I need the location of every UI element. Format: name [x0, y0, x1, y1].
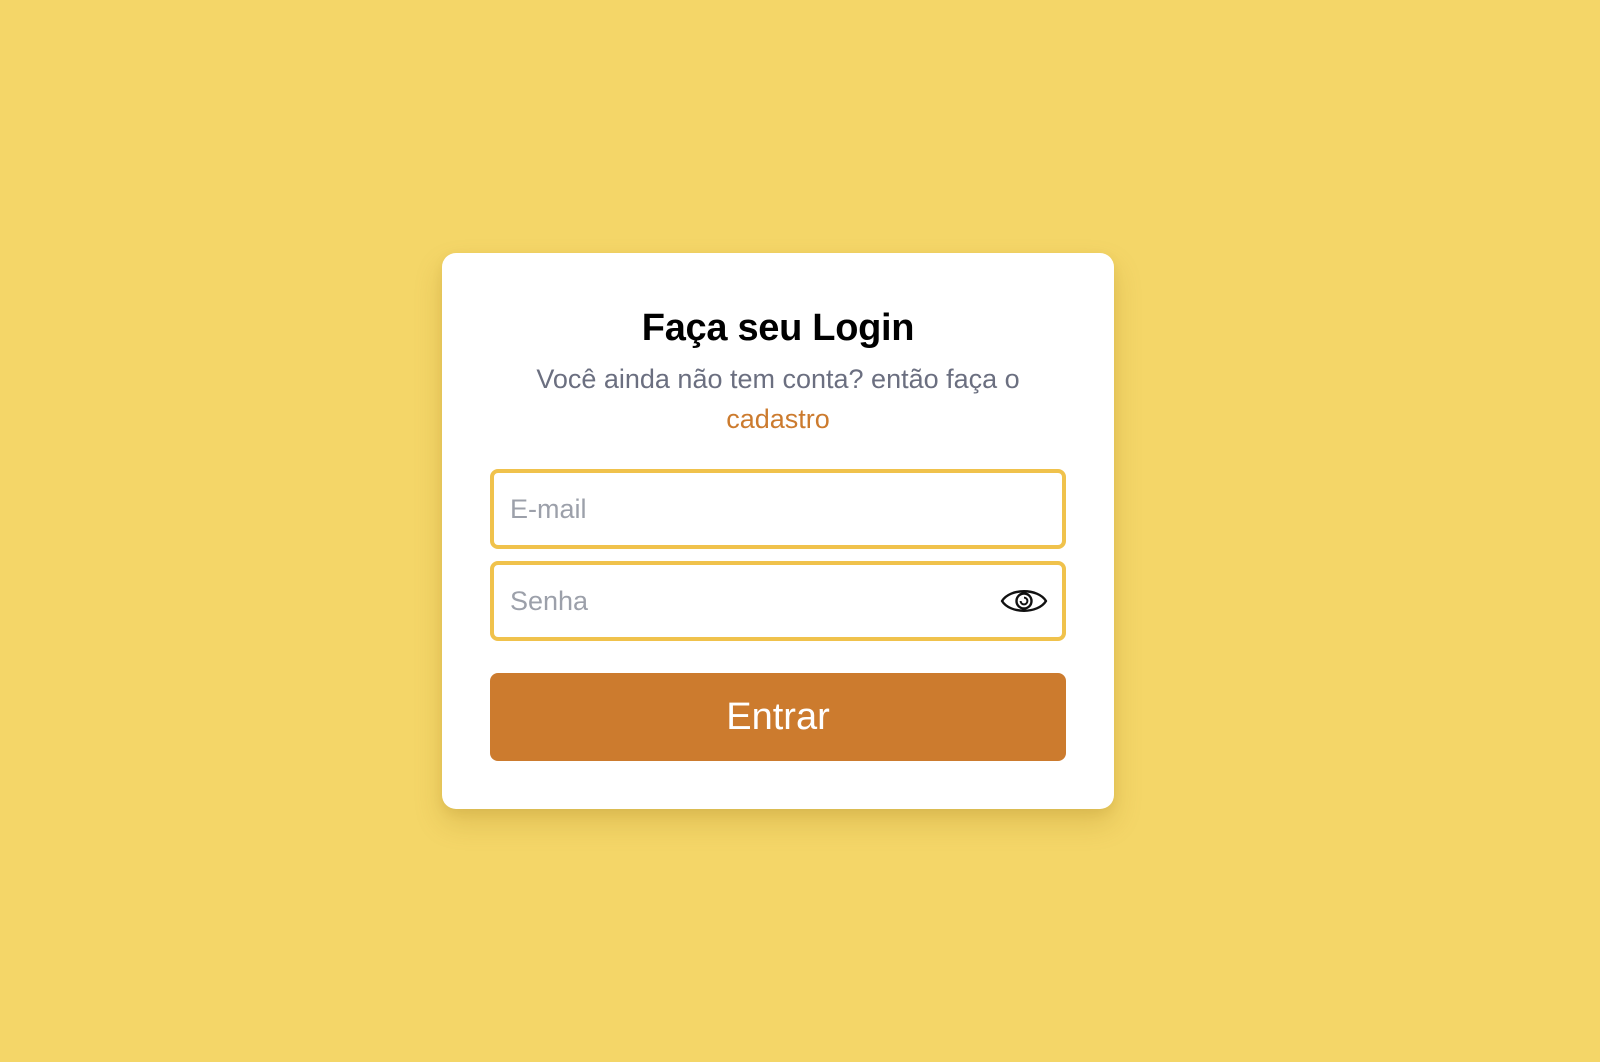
- signup-link[interactable]: cadastro: [726, 404, 830, 434]
- login-card: Faça seu Login Você ainda não tem conta?…: [442, 253, 1114, 809]
- password-field-wrapper: [490, 561, 1066, 641]
- signup-prompt-text: Você ainda não tem conta? então faça o: [536, 364, 1020, 394]
- eye-icon[interactable]: [1000, 585, 1048, 617]
- email-input[interactable]: [494, 473, 1062, 545]
- email-field-wrapper: [490, 469, 1066, 549]
- signup-prompt: Você ainda não tem conta? então faça o c…: [490, 359, 1066, 439]
- page-title: Faça seu Login: [641, 307, 915, 349]
- login-button[interactable]: Entrar: [490, 673, 1066, 761]
- password-input[interactable]: [494, 565, 1062, 637]
